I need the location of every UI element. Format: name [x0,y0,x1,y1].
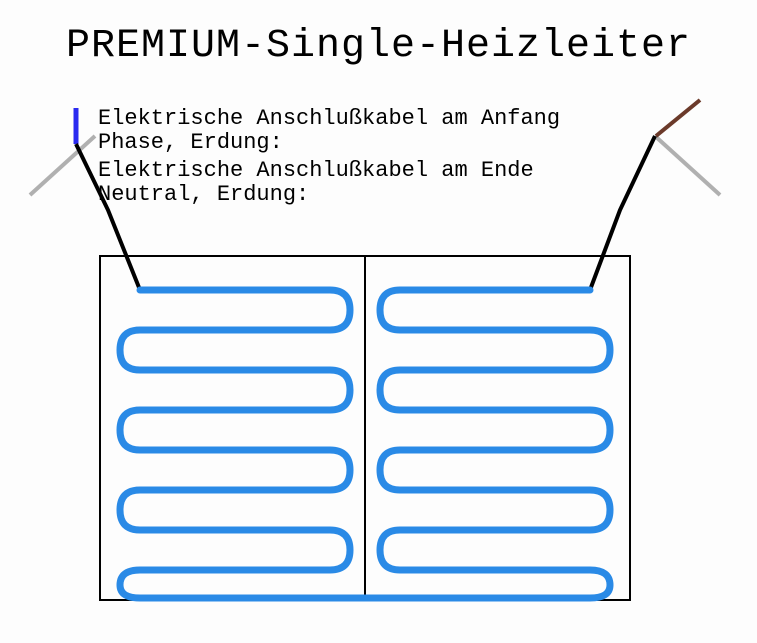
cold-lead-left-icon [76,144,140,290]
phase-lead-right-icon [656,100,700,136]
heating-cable-right-icon [365,290,610,598]
cold-lead-right-icon [590,136,655,290]
heating-cable-left-icon [120,290,365,598]
heating-mat-diagram [0,0,757,643]
ground-lead-right-icon [655,136,720,195]
